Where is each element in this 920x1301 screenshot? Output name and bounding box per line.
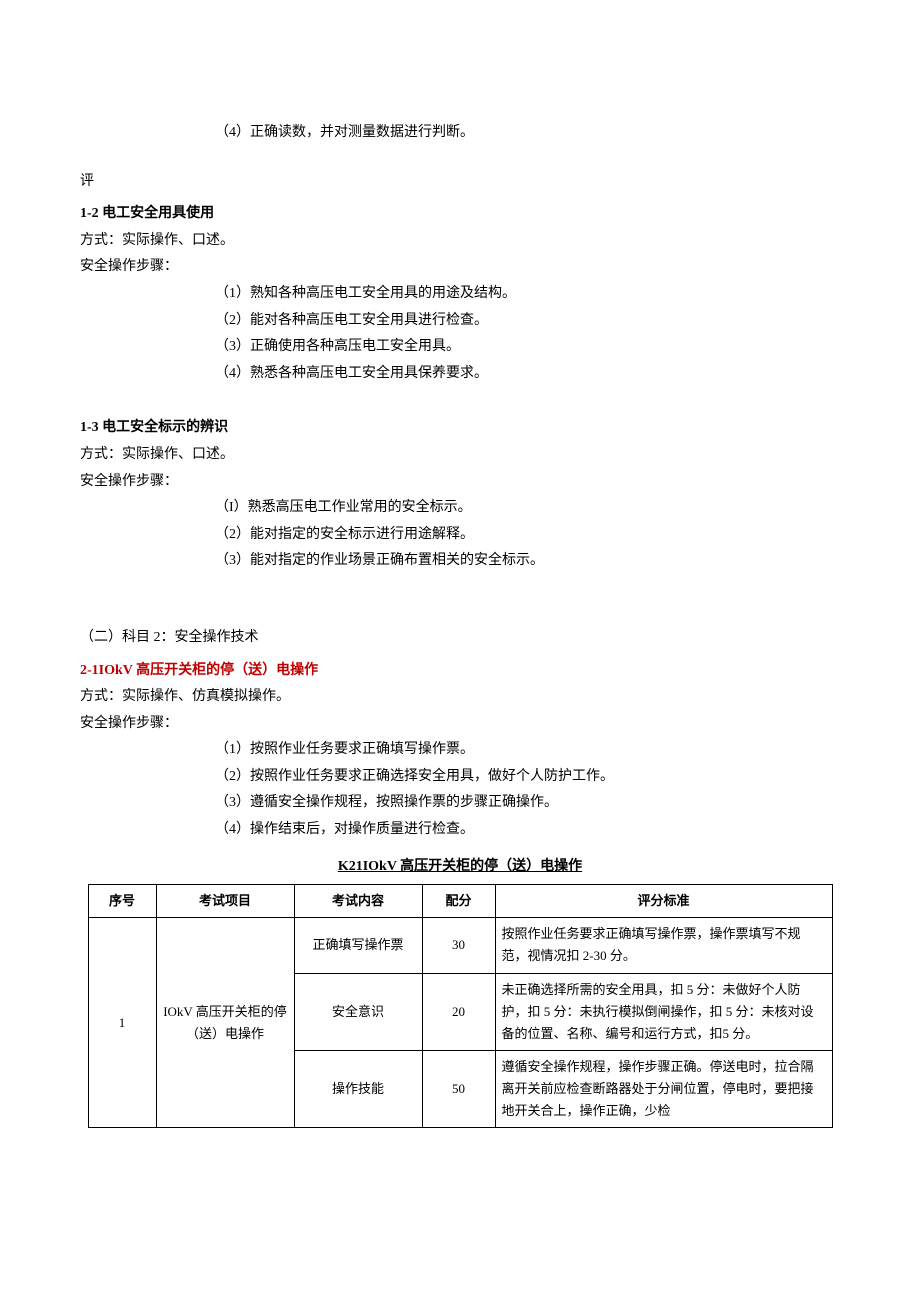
s12-step: （3）正确使用各种高压电工安全用具。 xyxy=(215,334,840,361)
s21-step: （3）遵循安全操作规程，按照操作票的步骤正确操作。 xyxy=(215,790,840,817)
cell-score: 20 xyxy=(422,973,495,1050)
cell-criteria: 按照作业任务要求正确填写操作票，操作票填写不规范，视情况扣 2-30 分。 xyxy=(495,918,832,973)
th-criteria: 评分标准 xyxy=(495,885,832,918)
s13-title: 1-3 电工安全标示的辨识 xyxy=(80,415,840,442)
table-row: 1 IOkV 高压开关柜的停（送）电操作 正确填写操作票 30 按照作业任务要求… xyxy=(88,918,832,973)
s21-step: （1）按照作业任务要求正确填写操作票。 xyxy=(215,737,840,764)
subject-2-heading: （二）科目 2：安全操作技术 xyxy=(80,625,840,652)
s12-step: （2）能对各种高压电工安全用具进行检查。 xyxy=(215,308,840,335)
eval-char: 评 xyxy=(80,169,840,196)
scoring-table: 序号 考试项目 考试内容 配分 评分标准 1 IOkV 高压开关柜的停（送）电操… xyxy=(88,884,833,1128)
intro-step-4: （4）正确读数，并对测量数据进行判断。 xyxy=(215,120,840,147)
th-seq: 序号 xyxy=(88,885,156,918)
cell-score: 30 xyxy=(422,918,495,973)
th-project: 考试项目 xyxy=(156,885,294,918)
s12-steps-label: 安全操作步骤： xyxy=(80,254,840,281)
cell-content: 正确填写操作票 xyxy=(294,918,422,973)
cell-content: 安全意识 xyxy=(294,973,422,1050)
th-score: 配分 xyxy=(422,885,495,918)
s12-method: 方式：实际操作、口述。 xyxy=(80,228,840,255)
cell-seq: 1 xyxy=(88,918,156,1128)
s13-steps-label: 安全操作步骤： xyxy=(80,469,840,496)
s12-title: 1-2 电工安全用具使用 xyxy=(80,201,840,228)
s13-method: 方式：实际操作、口述。 xyxy=(80,442,840,469)
th-content: 考试内容 xyxy=(294,885,422,918)
s21-step: （2）按照作业任务要求正确选择安全用具，做好个人防护工作。 xyxy=(215,764,840,791)
s21-title: 2-1IOkV 高压开关柜的停（送）电操作 xyxy=(80,658,840,685)
table-header-row: 序号 考试项目 考试内容 配分 评分标准 xyxy=(88,885,832,918)
cell-content: 操作技能 xyxy=(294,1050,422,1127)
s21-step: （4）操作结束后，对操作质量进行检查。 xyxy=(215,817,840,844)
s12-step: （4）熟悉各种高压电工安全用具保养要求。 xyxy=(215,361,840,388)
table-caption: K21IOkV 高压开关柜的停（送）电操作 xyxy=(80,854,840,881)
s21-steps-label: 安全操作步骤： xyxy=(80,711,840,738)
s13-step: （3）能对指定的作业场景正确布置相关的安全标示。 xyxy=(215,548,840,575)
cell-criteria: 未正确选择所需的安全用具，扣 5 分：未做好个人防护，扣 5 分：未执行模拟倒闸… xyxy=(495,973,832,1050)
s13-step: （2）能对指定的安全标示进行用途解释。 xyxy=(215,522,840,549)
cell-criteria: 遵循安全操作规程，操作步骤正确。停送电时，拉合隔离开关前应检查断路器处于分闸位置… xyxy=(495,1050,832,1127)
s21-method: 方式：实际操作、仿真模拟操作。 xyxy=(80,684,840,711)
s12-step: （1）熟知各种高压电工安全用具的用途及结构。 xyxy=(215,281,840,308)
cell-project: IOkV 高压开关柜的停（送）电操作 xyxy=(156,918,294,1128)
s13-step: （I）熟悉高压电工作业常用的安全标示。 xyxy=(215,495,840,522)
cell-score: 50 xyxy=(422,1050,495,1127)
